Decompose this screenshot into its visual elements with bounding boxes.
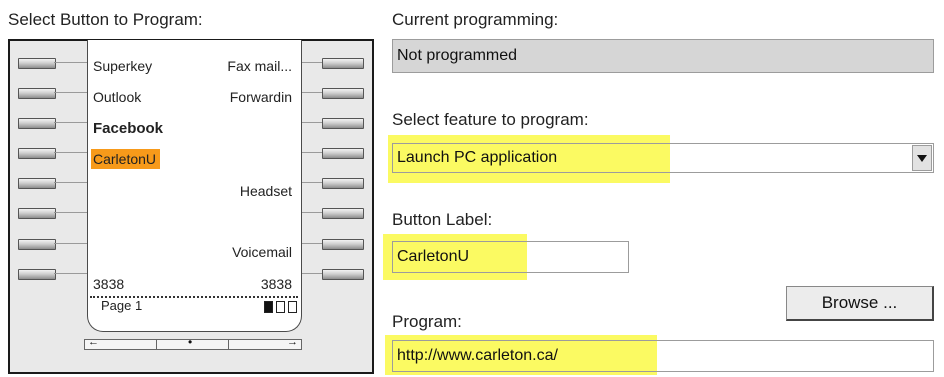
line-key-right-2[interactable] xyxy=(322,88,364,99)
softkey-left-1[interactable]: Superkey xyxy=(93,57,152,75)
key-connector xyxy=(54,182,90,183)
nav-right-button[interactable]: → xyxy=(229,336,301,349)
browse-button[interactable]: Browse ... xyxy=(786,286,934,321)
line-key-right-5[interactable] xyxy=(322,178,364,189)
line-key-right-1[interactable] xyxy=(322,58,364,69)
softkey-right-2[interactable]: Forwardin xyxy=(196,88,292,106)
feature-dropdown-button[interactable] xyxy=(912,145,932,171)
select-button-heading: Select Button to Program: xyxy=(8,10,203,29)
line-key-left-4[interactable] xyxy=(18,148,56,159)
feature-label: Select feature to program: xyxy=(392,110,589,129)
nav-left-button[interactable]: ← xyxy=(85,336,157,349)
softkey-right-7[interactable]: Voicemail xyxy=(196,243,292,261)
softkey-left-2[interactable]: Outlook xyxy=(93,88,141,106)
line-key-left-1[interactable] xyxy=(18,58,56,69)
current-programming-label: Current programming: xyxy=(392,10,559,29)
button-label-label: Button Label: xyxy=(392,210,493,229)
line-key-right-8[interactable] xyxy=(322,269,364,280)
line-key-right-3[interactable] xyxy=(322,118,364,129)
program-input[interactable]: http://www.carleton.ca/ xyxy=(392,340,934,372)
dot-icon: • xyxy=(188,335,193,349)
key-connector xyxy=(54,122,90,123)
line-key-left-7[interactable] xyxy=(18,239,56,250)
softkey-left-3[interactable]: Facebook xyxy=(93,120,163,138)
line-key-right-4[interactable] xyxy=(322,148,364,159)
softkey-right-8[interactable]: 3838 xyxy=(196,275,292,293)
softkey-left-4-selected[interactable]: CarletonU xyxy=(91,149,161,169)
page-1-icon xyxy=(264,301,273,313)
page-label: Page 1 xyxy=(101,298,143,313)
line-key-right-6[interactable] xyxy=(322,208,364,219)
arrow-left-icon: ← xyxy=(88,336,99,348)
line-key-left-8[interactable] xyxy=(18,269,56,280)
line-key-left-6[interactable] xyxy=(18,208,56,219)
chevron-down-icon xyxy=(917,154,927,162)
softkey-right-5[interactable]: Headset xyxy=(196,182,292,200)
key-connector xyxy=(54,152,90,153)
softkey-right-1[interactable]: Fax mail... xyxy=(196,57,292,75)
current-programming-field: Not programmed xyxy=(392,39,934,73)
arrow-right-icon: → xyxy=(287,336,298,348)
key-connector xyxy=(54,212,90,213)
nav-bar: ← • → xyxy=(84,335,302,350)
key-connector xyxy=(54,273,90,274)
page-2-icon xyxy=(276,301,285,313)
feature-select[interactable]: Launch PC application xyxy=(392,143,934,173)
feature-select-value: Launch PC application xyxy=(397,149,558,166)
key-connector xyxy=(54,243,90,244)
program-label: Program: xyxy=(392,312,462,331)
softkey-left-8[interactable]: 3838 xyxy=(93,275,124,293)
line-key-left-2[interactable] xyxy=(18,88,56,99)
key-connector xyxy=(54,62,90,63)
key-connector xyxy=(54,92,90,93)
button-label-input[interactable]: CarletonU xyxy=(392,241,629,273)
line-key-left-3[interactable] xyxy=(18,118,56,129)
line-key-left-5[interactable] xyxy=(18,178,56,189)
page-3-icon xyxy=(288,301,297,313)
line-key-right-7[interactable] xyxy=(322,239,364,250)
nav-middle-button[interactable]: • xyxy=(157,335,229,349)
